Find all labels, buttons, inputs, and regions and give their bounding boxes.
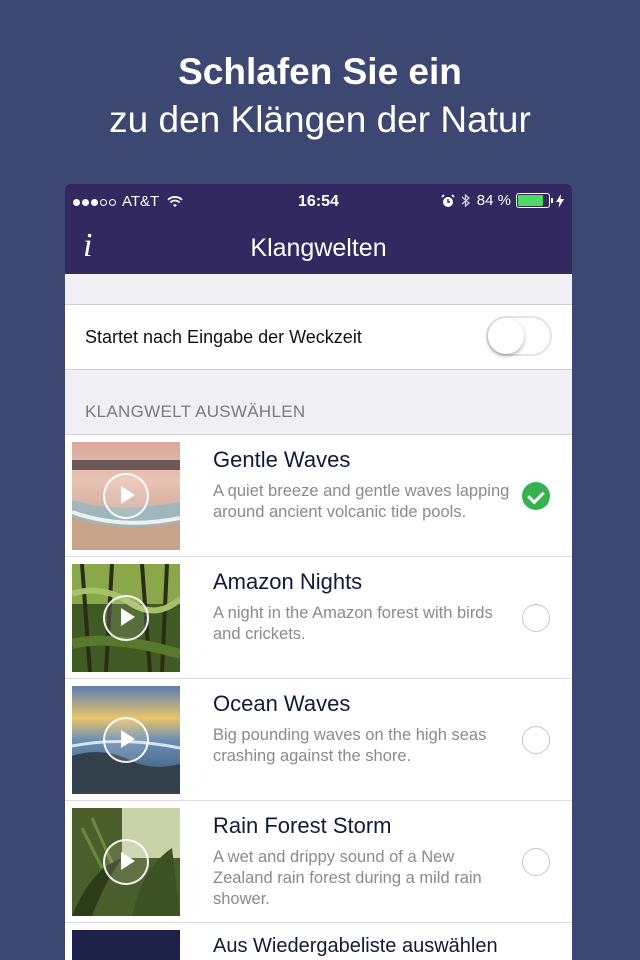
playlist-thumbnail — [72, 930, 180, 960]
rain-forest-storm-thumbnail — [72, 808, 180, 916]
soundscape-title: Ocean Waves — [213, 691, 351, 716]
soundscape-description: A wet and drippy sound of a New Zealand … — [213, 848, 482, 908]
soundscape-description: A night in the Amazon forest with birds … — [213, 604, 493, 643]
soundscape-title: Gentle Waves — [213, 447, 351, 472]
battery-percent: 84 % — [476, 192, 511, 209]
status-bar: AT&T 16:54 84 % — [65, 184, 572, 220]
alarm-icon — [441, 193, 455, 207]
navigation-bar: i Klangwelten — [65, 220, 572, 274]
radio-unselected-icon[interactable] — [522, 848, 550, 876]
auto-start-label: Startet nach Eingabe der Weckzeit — [85, 327, 362, 347]
soundscape-row-rain-forest-storm[interactable]: Rain Forest Storm A wet and drippy sound… — [65, 801, 572, 923]
soundscape-row-ocean-waves[interactable]: Ocean Waves Big pounding waves on the hi… — [65, 679, 572, 801]
playlist-row[interactable]: Aus Wiedergabeliste auswählen — [65, 923, 572, 960]
phone-screen: AT&T 16:54 84 % i Klangwelten Startet na… — [65, 184, 572, 960]
promo-subtitle: zu den Klängen der Natur — [109, 99, 531, 140]
section-header: KLANGWELT AUSWÄHLEN — [85, 402, 306, 421]
charging-bolt-icon — [556, 193, 564, 208]
promo-title: Schlafen Sie ein — [178, 51, 462, 92]
auto-start-toggle[interactable] — [486, 316, 552, 356]
bluetooth-icon — [461, 193, 470, 208]
toggle-knob — [488, 318, 524, 354]
checkmark-icon[interactable] — [522, 482, 550, 510]
soundscape-row-amazon-nights[interactable]: Amazon Nights A night in the Amazon fore… — [65, 557, 572, 679]
soundscape-title: Amazon Nights — [213, 569, 363, 594]
radio-unselected-icon[interactable] — [522, 726, 550, 754]
auto-start-row: Startet nach Eingabe der Weckzeit — [65, 305, 572, 370]
amazon-nights-thumbnail — [72, 564, 180, 672]
section-spacer — [65, 274, 572, 305]
soundscape-description: Big pounding waves on the high seas cras… — [213, 726, 487, 765]
ocean-waves-thumbnail — [72, 686, 180, 794]
nav-title: Klangwelten — [250, 234, 387, 262]
radio-unselected-icon[interactable] — [522, 604, 550, 632]
battery-icon — [516, 193, 550, 208]
play-icon[interactable] — [103, 717, 149, 763]
play-icon[interactable] — [103, 839, 149, 885]
soundscape-list: Gentle Waves A quiet breeze and gentle w… — [65, 434, 572, 960]
gentle-waves-thumbnail — [72, 442, 180, 550]
playlist-label: Aus Wiedergabeliste auswählen — [213, 935, 498, 957]
play-icon[interactable] — [103, 595, 149, 641]
soundscape-title: Rain Forest Storm — [213, 813, 392, 838]
soundscape-description: A quiet breeze and gentle waves lapping … — [213, 482, 510, 521]
play-icon[interactable] — [103, 473, 149, 519]
soundscape-row-gentle-waves[interactable]: Gentle Waves A quiet breeze and gentle w… — [65, 435, 572, 557]
battery-tip — [551, 198, 553, 203]
